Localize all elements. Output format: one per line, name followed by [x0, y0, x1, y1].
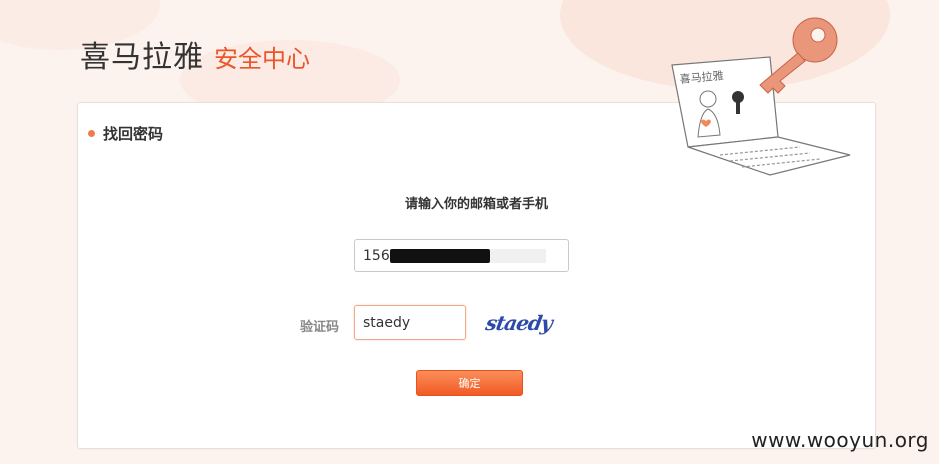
account-value: 156 — [363, 247, 390, 264]
account-prompt: 请输入你的邮箱或者手机 — [404, 197, 548, 212]
section-header: 找回密码 — [88, 123, 163, 144]
laptop-screen — [671, 56, 779, 148]
input-tail — [489, 248, 546, 263]
brand-header: 喜马拉雅 安全中心 — [80, 32, 310, 76]
brand-subtitle: 安全中心 — [214, 45, 310, 73]
account-input[interactable]: 156 — [354, 239, 569, 272]
captcha-image[interactable]: staedy — [484, 311, 554, 335]
captcha-input[interactable] — [354, 305, 466, 340]
key-laptop-illustration: 喜马拉雅 — [671, 17, 851, 176]
captcha-label: 验证码 — [300, 320, 340, 335]
brand-name: 喜马拉雅 — [80, 40, 204, 75]
redaction-mark — [389, 248, 490, 263]
watermark-text: www.wooyun.org — [751, 428, 929, 452]
key-icon — [759, 17, 838, 94]
bullet-icon — [88, 130, 95, 137]
submit-button[interactable]: 确定 — [416, 370, 523, 396]
section-title: 找回密码 — [103, 125, 164, 143]
